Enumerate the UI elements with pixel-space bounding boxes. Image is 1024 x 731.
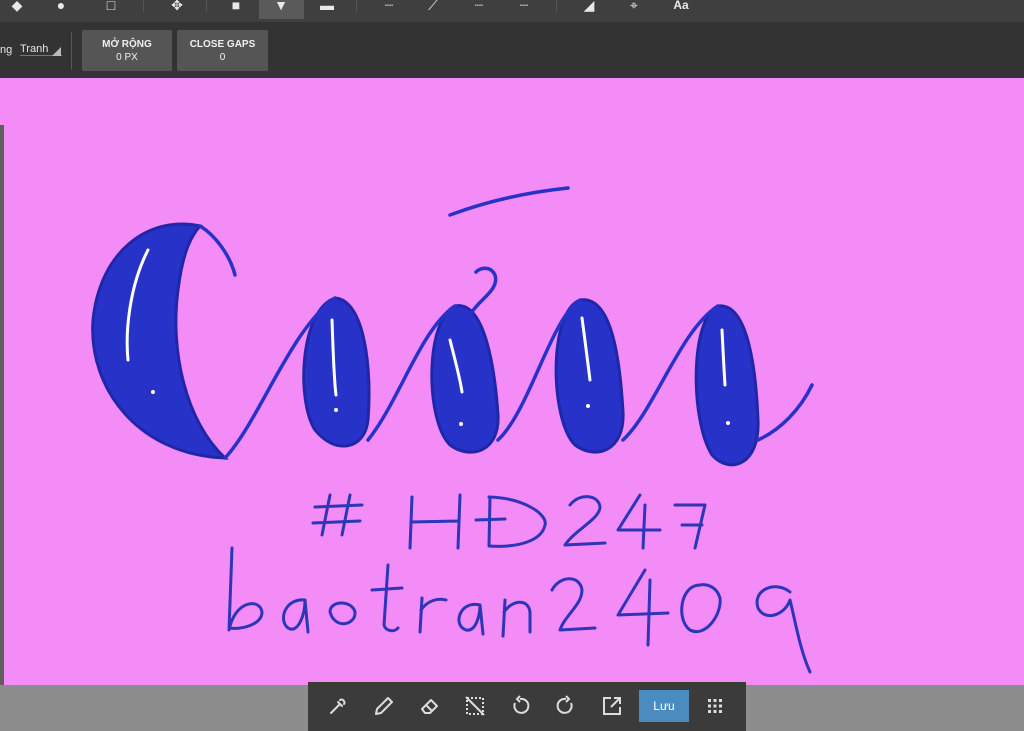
options-divider — [71, 32, 72, 70]
bucket-fill-icon[interactable]: ▼ — [270, 0, 292, 12]
text-icon[interactable]: Aa — [668, 0, 694, 11]
shape-icon[interactable]: ◆ — [8, 0, 26, 12]
bottom-toolbar: Lưu — [308, 682, 746, 731]
drawing-canvas[interactable] — [0, 78, 1024, 685]
toolbar-divider — [356, 0, 357, 12]
letter-c-top-stroke — [198, 224, 237, 277]
highlight-dot-2 — [334, 408, 338, 412]
save-button[interactable]: Lưu — [639, 690, 689, 722]
selection-icon[interactable]: ┈ — [378, 0, 400, 12]
selection-dashed-icon[interactable]: ┈ — [513, 0, 535, 12]
toolbar-divider — [556, 0, 557, 12]
highlight-dot-3 — [459, 422, 463, 426]
tool-options-bar: ng Tranh MỞ RỘNG 0 PX CLOSE GAPS 0 — [0, 22, 1024, 78]
highlight-dot-5 — [726, 421, 730, 425]
mode-select[interactable]: Tranh — [20, 43, 63, 56]
letter-u4-fill — [694, 304, 760, 467]
undo-icon[interactable] — [508, 694, 532, 718]
deselect-icon[interactable] — [463, 694, 487, 718]
top-toolbar: ◆ ● □ ✥ ■ ▼ ▬ ┈ ⟋ ┈ ┈ ◢ ⌖ Aa — [0, 0, 1024, 22]
expand-button-label: MỞ RỘNG — [102, 39, 152, 50]
hand-drawn-artwork — [91, 186, 814, 674]
pencil-icon[interactable] — [372, 694, 396, 718]
close-gaps-button[interactable]: CLOSE GAPS 0 — [177, 30, 268, 71]
highlight-dot-1 — [151, 390, 155, 394]
redo-icon[interactable] — [554, 694, 578, 718]
dropdown-triangle-icon — [52, 47, 62, 56]
grid-menu-icon[interactable] — [703, 694, 727, 718]
selection-dotted-icon[interactable]: ┈ — [468, 0, 490, 12]
mode-select-value: Tranh — [20, 43, 49, 55]
close-gaps-label: CLOSE GAPS — [189, 39, 256, 50]
frame-icon[interactable]: □ — [100, 0, 122, 12]
selection-pen-icon[interactable]: ⟋ — [422, 0, 444, 12]
gradient-icon[interactable]: ▬ — [316, 0, 338, 12]
options-label-partial: ng — [0, 44, 13, 56]
letter-end-stroke — [756, 383, 814, 442]
transform-icon[interactable]: ⌖ — [623, 0, 645, 12]
export-icon[interactable] — [600, 694, 624, 718]
expand-button-value: 0 PX — [116, 52, 138, 63]
fill-rect-icon[interactable]: ■ — [225, 0, 247, 12]
acute-accent-stroke — [448, 186, 570, 217]
toolbar-divider — [143, 0, 144, 12]
move-icon[interactable]: ✥ — [166, 0, 188, 12]
eyedropper-icon[interactable] — [326, 694, 350, 718]
highlight-dot-4 — [586, 404, 590, 408]
canvas-left-edge — [0, 125, 4, 685]
perspective-icon[interactable]: ◢ — [578, 0, 600, 12]
toolbar-divider — [206, 0, 207, 12]
letter-c-fill — [91, 222, 229, 460]
smudge-icon[interactable]: ● — [50, 0, 72, 12]
letter-u2-fill — [430, 304, 500, 454]
hook-stroke — [468, 266, 498, 317]
expand-button[interactable]: MỞ RỘNG 0 PX — [82, 30, 172, 71]
eraser-icon[interactable] — [418, 694, 442, 718]
close-gaps-value: 0 — [219, 52, 226, 63]
